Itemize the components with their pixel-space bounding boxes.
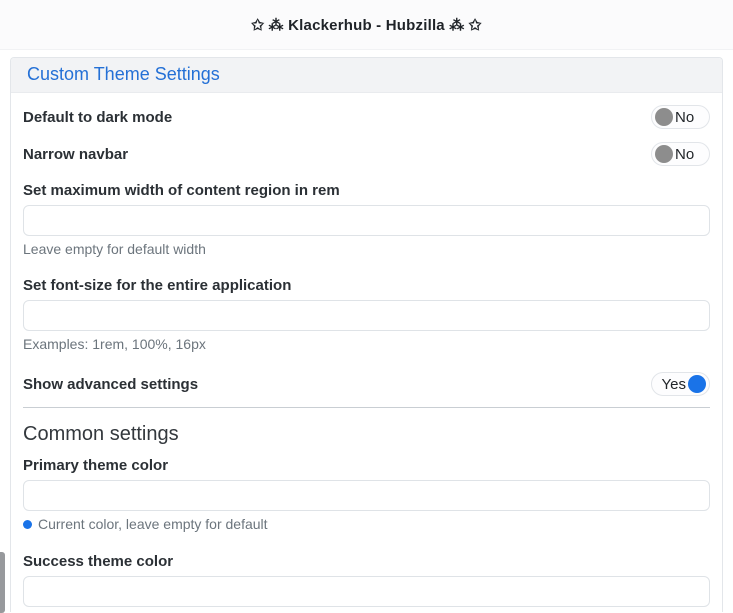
scrollbar-thumb[interactable] <box>0 552 5 613</box>
max-width-input[interactable] <box>23 205 710 236</box>
advanced-settings-label: Show advanced settings <box>23 376 198 393</box>
narrow-navbar-toggle[interactable]: No <box>651 142 710 166</box>
success-color-input[interactable] <box>23 576 710 607</box>
panel-body: Default to dark mode No Narrow navbar No… <box>11 93 722 612</box>
settings-panel: Custom Theme Settings Default to dark mo… <box>10 57 723 612</box>
max-width-help: Leave empty for default width <box>23 241 710 257</box>
setting-row-advanced: Show advanced settings Yes <box>23 372 710 396</box>
field-group-max-width: Set maximum width of content region in r… <box>23 182 710 257</box>
font-size-label: Set font-size for the entire application <box>23 277 710 294</box>
common-settings-heading: Common settings <box>23 423 710 446</box>
field-group-success-color: Success theme color Current color, leave… <box>23 553 710 612</box>
setting-row-dark-mode: Default to dark mode No <box>23 105 710 129</box>
app-header: ✩ ⁂ Klackerhub - Hubzilla ⁂ ✩ <box>0 0 733 50</box>
primary-color-help: Current color, leave empty for default <box>23 516 710 532</box>
primary-color-help-text: Current color, leave empty for default <box>38 516 268 532</box>
panel-header: Custom Theme Settings <box>11 58 722 93</box>
app-title: ✩ ⁂ Klackerhub - Hubzilla ⁂ ✩ <box>251 16 481 34</box>
primary-color-input[interactable] <box>23 480 710 511</box>
primary-color-label: Primary theme color <box>23 457 710 474</box>
font-size-input[interactable] <box>23 300 710 331</box>
font-size-help: Examples: 1rem, 100%, 16px <box>23 336 710 352</box>
dark-mode-toggle-state: No <box>675 110 694 125</box>
advanced-settings-toggle[interactable]: Yes <box>651 372 710 396</box>
narrow-navbar-label: Narrow navbar <box>23 146 128 163</box>
advanced-toggle-state: Yes <box>662 377 686 392</box>
section-divider <box>23 407 710 408</box>
setting-row-narrow-navbar: Narrow navbar No <box>23 142 710 166</box>
toggle-knob-icon <box>688 375 706 393</box>
success-color-label: Success theme color <box>23 553 710 570</box>
panel-title: Custom Theme Settings <box>27 64 220 84</box>
toggle-knob-icon <box>655 145 673 163</box>
primary-color-dot-icon <box>23 520 32 529</box>
dark-mode-label: Default to dark mode <box>23 109 172 126</box>
toggle-knob-icon <box>655 108 673 126</box>
field-group-primary-color: Primary theme color Current color, leave… <box>23 457 710 532</box>
dark-mode-toggle[interactable]: No <box>651 105 710 129</box>
narrow-navbar-toggle-state: No <box>675 147 694 162</box>
field-group-font-size: Set font-size for the entire application… <box>23 277 710 352</box>
max-width-label: Set maximum width of content region in r… <box>23 182 710 199</box>
